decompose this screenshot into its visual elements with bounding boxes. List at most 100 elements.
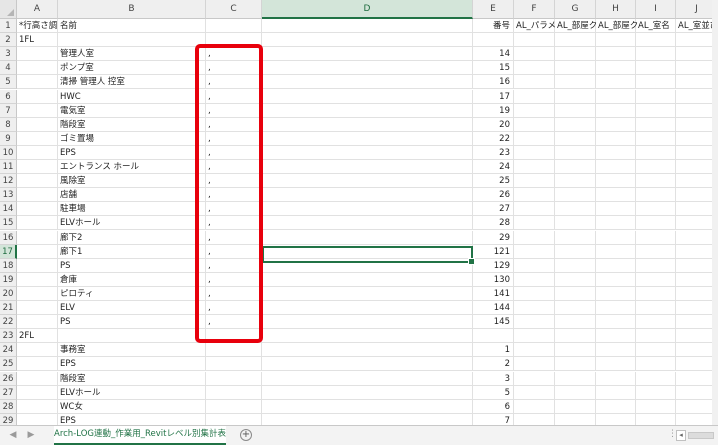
cell-e8[interactable]: 20: [473, 117, 514, 132]
scroll-thumb[interactable]: [688, 432, 714, 439]
cell-e16[interactable]: 29: [473, 230, 514, 245]
cell-e19[interactable]: 130: [473, 272, 514, 287]
cell-d11[interactable]: [262, 160, 473, 175]
cell-d29[interactable]: [262, 413, 473, 425]
cell-a24[interactable]: [17, 343, 58, 358]
row-header-1[interactable]: 1: [0, 19, 17, 34]
cell-h29[interactable]: [596, 413, 636, 425]
scroll-left-arrow-icon[interactable]: ◂: [676, 430, 686, 441]
cell-d28[interactable]: [262, 399, 473, 414]
cell-h28[interactable]: [596, 399, 636, 414]
cell-b18[interactable]: PS: [58, 258, 206, 273]
cell-c27[interactable]: [206, 385, 262, 400]
cell-b20[interactable]: ピロティ: [58, 286, 206, 301]
cell-f17[interactable]: [514, 244, 555, 259]
cell-a25[interactable]: [17, 357, 58, 372]
cell-h19[interactable]: [596, 272, 636, 287]
cell-i14[interactable]: [636, 202, 676, 217]
cell-e9[interactable]: 22: [473, 131, 514, 146]
row-header-20[interactable]: 20: [0, 286, 17, 301]
cell-e7[interactable]: 19: [473, 103, 514, 118]
row-header-23[interactable]: 23: [0, 329, 17, 344]
cell-i19[interactable]: [636, 272, 676, 287]
cell-d19[interactable]: [262, 272, 473, 287]
vertical-scrollbar[interactable]: [712, 0, 718, 425]
cell-a3[interactable]: [17, 47, 58, 62]
cell-h13[interactable]: [596, 188, 636, 203]
cell-g8[interactable]: [555, 117, 596, 132]
cell-h4[interactable]: [596, 61, 636, 76]
cell-f23[interactable]: [514, 329, 555, 344]
cell-e6[interactable]: 17: [473, 89, 514, 104]
cell-d26[interactable]: [262, 371, 473, 386]
cell-b9[interactable]: ゴミ置場: [58, 131, 206, 146]
cell-g12[interactable]: [555, 174, 596, 189]
cell-c26[interactable]: [206, 371, 262, 386]
cell-i16[interactable]: [636, 230, 676, 245]
cell-g26[interactable]: [555, 371, 596, 386]
cell-e14[interactable]: 27: [473, 202, 514, 217]
row-header-12[interactable]: 12: [0, 174, 17, 189]
cell-a6[interactable]: [17, 89, 58, 104]
row-header-15[interactable]: 15: [0, 216, 17, 231]
cell-d9[interactable]: [262, 131, 473, 146]
cell-f7[interactable]: [514, 103, 555, 118]
cell-i9[interactable]: [636, 131, 676, 146]
cell-e20[interactable]: 141: [473, 286, 514, 301]
cell-g27[interactable]: [555, 385, 596, 400]
cell-d12[interactable]: [262, 174, 473, 189]
cell-i10[interactable]: [636, 145, 676, 160]
cell-h17[interactable]: [596, 244, 636, 259]
cell-g9[interactable]: [555, 131, 596, 146]
row-header-29[interactable]: 29: [0, 413, 17, 425]
cell-b15[interactable]: ELVホール: [58, 216, 206, 231]
column-header-c[interactable]: C: [206, 0, 262, 19]
cell-d16[interactable]: [262, 230, 473, 245]
cell-b16[interactable]: 廊下2: [58, 230, 206, 245]
cell-a11[interactable]: [17, 160, 58, 175]
plus-circle-icon[interactable]: +: [240, 429, 252, 441]
cell-e4[interactable]: 15: [473, 61, 514, 76]
cell-c1[interactable]: [206, 19, 262, 34]
cell-e26[interactable]: 3: [473, 371, 514, 386]
cell-e22[interactable]: 145: [473, 315, 514, 330]
cell-h2[interactable]: [596, 33, 636, 48]
row-header-10[interactable]: 10: [0, 145, 17, 160]
cell-g13[interactable]: [555, 188, 596, 203]
cell-c24[interactable]: [206, 343, 262, 358]
row-header-17[interactable]: 17: [0, 244, 17, 259]
cell-i27[interactable]: [636, 385, 676, 400]
cell-g25[interactable]: [555, 357, 596, 372]
spreadsheet-grid[interactable]: ABCDEFGHIJ 1 *行高さ調 名前 番号 AL_パラメ AL_部屋ク AL_部屋ク A…: [0, 0, 718, 425]
cell-b2[interactable]: [58, 33, 206, 48]
row-header-5[interactable]: 5: [0, 75, 17, 90]
cell-h15[interactable]: [596, 216, 636, 231]
cell-e10[interactable]: 23: [473, 145, 514, 160]
cell-f16[interactable]: [514, 230, 555, 245]
cell-b19[interactable]: 倉庫: [58, 272, 206, 287]
cell-b26[interactable]: 階段室: [58, 371, 206, 386]
cell-b12[interactable]: 風除室: [58, 174, 206, 189]
cell-d21[interactable]: [262, 301, 473, 316]
cell-g4[interactable]: [555, 61, 596, 76]
cell-h10[interactable]: [596, 145, 636, 160]
column-header-g[interactable]: G: [555, 0, 596, 19]
row-header-3[interactable]: 3: [0, 47, 17, 62]
column-header-f[interactable]: F: [514, 0, 555, 19]
cell-g28[interactable]: [555, 399, 596, 414]
row-header-11[interactable]: 11: [0, 160, 17, 175]
column-header-a[interactable]: A: [17, 0, 58, 19]
cell-h27[interactable]: [596, 385, 636, 400]
cell-i3[interactable]: [636, 47, 676, 62]
row-header-7[interactable]: 7: [0, 103, 17, 118]
cell-a12[interactable]: [17, 174, 58, 189]
cell-a8[interactable]: [17, 117, 58, 132]
cell-h5[interactable]: [596, 75, 636, 90]
cell-f19[interactable]: [514, 272, 555, 287]
column-header-d[interactable]: D: [262, 0, 473, 19]
row-header-6[interactable]: 6: [0, 89, 17, 104]
row-header-9[interactable]: 9: [0, 131, 17, 146]
cell-i7[interactable]: [636, 103, 676, 118]
row-header-25[interactable]: 25: [0, 357, 17, 372]
cell-i20[interactable]: [636, 286, 676, 301]
